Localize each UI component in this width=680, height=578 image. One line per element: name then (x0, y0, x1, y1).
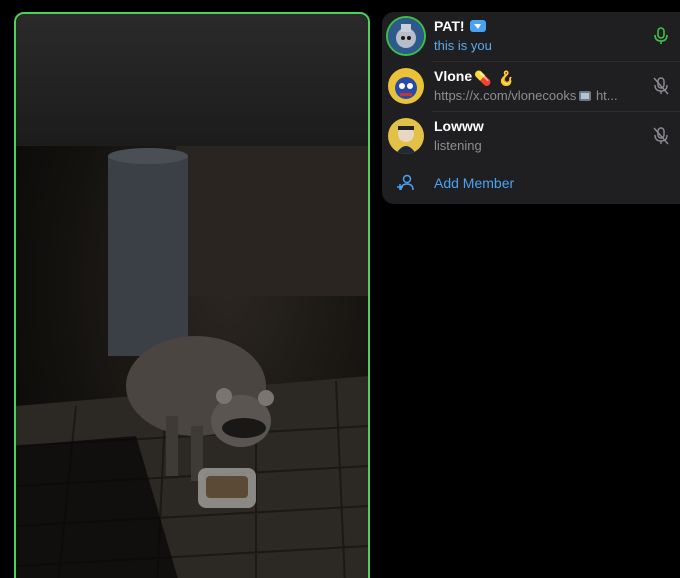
character-avatar (388, 118, 424, 154)
participant-status: listening (434, 138, 482, 153)
add-member-label: Add Member (434, 175, 515, 191)
participant-row[interactable]: PAT! this is you (382, 12, 680, 62)
video-letterbox (16, 14, 368, 146)
participant-name: Lowww (434, 118, 484, 134)
add-member-button[interactable]: Add Member (382, 162, 680, 204)
mic-muted-icon[interactable] (652, 126, 670, 146)
camera-feed (16, 146, 368, 578)
robot-avatar (388, 18, 424, 54)
premium-badge-icon (470, 19, 487, 36)
participants-panel: PAT! this is you Vlone 💊 🪝 https://x.com/… (382, 12, 680, 204)
hook-emoji: 🪝 (497, 70, 515, 86)
cartoon-avatar (388, 68, 424, 104)
mic-on-icon[interactable] (652, 26, 670, 46)
participant-status: this is you (434, 38, 492, 53)
participant-name: PAT! (434, 18, 487, 36)
video-tile[interactable] (14, 12, 370, 578)
participant-row[interactable]: Lowww listening (382, 112, 680, 162)
add-member-icon (397, 174, 414, 191)
mic-muted-icon[interactable] (652, 76, 670, 96)
phone-icon (578, 90, 592, 105)
participant-row[interactable]: Vlone 💊 🪝 https://x.com/vlonecooks ht... (382, 62, 680, 112)
raccoon-scene-image (16, 146, 368, 578)
pill-emoji: 💊 (474, 70, 492, 86)
participant-name: Vlone 💊 🪝 (434, 68, 515, 86)
participant-status: https://x.com/vlonecooks ht... (434, 88, 618, 105)
